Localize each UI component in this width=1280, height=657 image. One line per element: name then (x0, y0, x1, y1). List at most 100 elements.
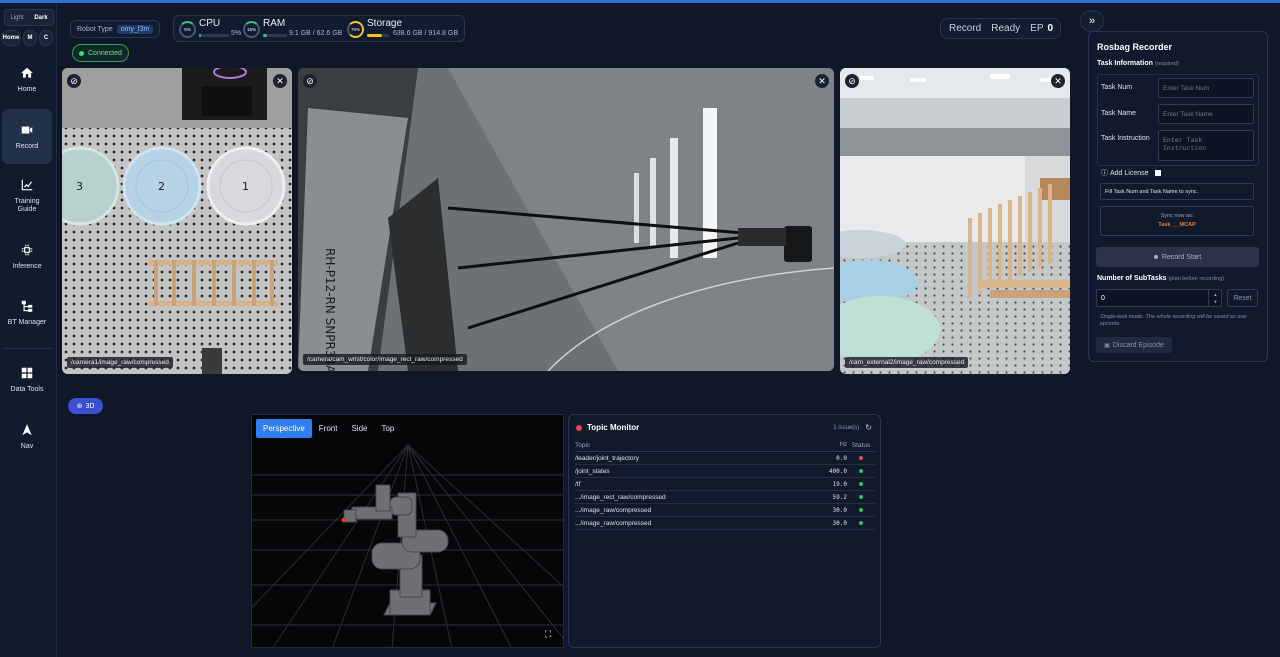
hide-camera-2-icon[interactable]: ⊘ (303, 74, 317, 88)
sync-label: Sync now as: (1160, 213, 1194, 219)
topic-table-header: Topic Hz Status (575, 439, 875, 452)
topic-monitor-title: Topic Monitor (587, 423, 640, 432)
ram-metric: 15% RAM 9.1 GB / 62.6 GB (243, 16, 353, 43)
camera-3-scene (840, 68, 1070, 374)
topic-status (847, 521, 875, 525)
info-icon: ⓘ (1101, 170, 1108, 177)
task-instruction-label: Task Instruction (1101, 135, 1150, 142)
close-camera-3-icon[interactable]: ✕ (1051, 74, 1065, 88)
record-start-button[interactable]: Record Start (1096, 247, 1259, 267)
camera-1-topic-label: /camera1/image_raw/compressed (67, 357, 173, 368)
status-dot-icon (859, 495, 863, 499)
tab-top[interactable]: Top (374, 419, 401, 438)
sidebar-item-home[interactable]: Home (2, 55, 52, 105)
theme-toggle[interactable]: Light Dark (4, 9, 54, 26)
task-info-heading: Task Information (required) (1097, 60, 1179, 67)
camera-feed-1: 3 2 1 ⊘ ✕ /camera1/image_raw/compressed (62, 68, 292, 374)
sidebar-item-nav[interactable]: Nav (2, 415, 52, 459)
collapse-panel-button[interactable]: » (1080, 10, 1104, 32)
robot-type-value: omy_f3m (116, 24, 154, 34)
sync-name: Task___MCAP (1158, 222, 1196, 228)
toggle-3d-label: 3D (85, 402, 95, 410)
sidebar-item-label: BT Manager (7, 319, 47, 326)
subtasks-input[interactable] (1096, 289, 1222, 307)
sidebar-item-training-guide[interactable]: Training Guide (2, 171, 52, 221)
robot-type-selector[interactable]: Robot Type omy_f3m (70, 20, 161, 38)
topic-status (847, 456, 875, 460)
discard-episode-button[interactable]: ▣ Discard Episode (1096, 337, 1172, 353)
cpu-bar (199, 34, 229, 37)
ram-bar (263, 34, 287, 37)
mode-selector: Home M C (0, 30, 57, 46)
sidebar-item-bt-manager[interactable]: BT Manager (2, 291, 52, 335)
tab-side[interactable]: Side (344, 419, 374, 438)
sidebar-item-record[interactable]: Record (2, 109, 52, 164)
mode-home-button[interactable]: Home (1, 30, 21, 46)
hide-camera-1-icon[interactable]: ⊘ (67, 74, 81, 88)
video-icon: ▣ (1104, 342, 1110, 349)
sidebar: Light Dark Home M C Home Record Training… (0, 3, 57, 657)
cpu-label: CPU (199, 18, 221, 29)
topic-name: .../image_rect_raw/compressed (575, 493, 666, 501)
close-camera-1-icon[interactable]: ✕ (273, 74, 287, 88)
record-start-label: Record Start (1161, 253, 1202, 261)
mode-c-button[interactable]: C (39, 30, 53, 46)
topic-name: .../image_raw/compressed (575, 519, 652, 527)
tab-front[interactable]: Front (312, 419, 345, 438)
status-dot-icon (859, 508, 863, 512)
stepper-down-icon[interactable]: ▼ (1214, 299, 1218, 304)
ram-label: RAM (263, 18, 286, 29)
toggle-3d-button[interactable]: ⊛ 3D (68, 398, 103, 414)
plate-1-label: 1 (242, 180, 249, 193)
episode-label: EP (1030, 23, 1044, 34)
camera-3-topic-label: /cam_external2/image_raw/compressed (845, 357, 969, 368)
robot-3d-viewer[interactable]: Perspective Front Side Top ⛶ (251, 414, 564, 648)
theme-light-option[interactable]: Light (5, 10, 29, 25)
sidebar-divider (4, 348, 52, 349)
column-status: Status (851, 441, 871, 449)
subtasks-stepper[interactable]: ▲ ▼ (1208, 289, 1222, 307)
connection-dot-icon (79, 50, 84, 56)
close-camera-2-icon[interactable]: ✕ (815, 74, 829, 88)
mode-m-button[interactable]: M (23, 30, 37, 46)
cube-icon: ⊛ (76, 403, 83, 410)
sidebar-item-data-tools[interactable]: Data Tools (2, 358, 52, 402)
task-name-input[interactable] (1158, 104, 1254, 124)
topic-monitor-header: Topic Monitor (576, 423, 639, 432)
task-instruction-input[interactable] (1158, 130, 1254, 161)
chart-icon (21, 179, 33, 191)
episode-count: 0 (1047, 23, 1054, 34)
task-num-label: Task Num (1101, 84, 1133, 91)
reset-button[interactable]: Reset (1227, 289, 1258, 307)
tab-perspective[interactable]: Perspective (256, 419, 312, 438)
add-license-row: ⓘ Add License (1101, 168, 1161, 178)
discard-episode-label: Discard Episode (1112, 341, 1164, 349)
subtasks-hint: (plan before recording) (1168, 276, 1225, 282)
topic-row: .../image_raw/compressed 30.0 (575, 517, 875, 530)
record-state: Ready (991, 23, 1021, 34)
add-license-checkbox[interactable] (1154, 170, 1161, 176)
single-task-note: Single-task mode. The whole recording wi… (1100, 314, 1247, 327)
column-hz: Hz (839, 442, 847, 448)
sidebar-item-inference[interactable]: Inference (2, 235, 52, 279)
stepper-up-icon[interactable]: ▲ (1214, 292, 1218, 297)
topic-hz: 59.2 (832, 493, 847, 501)
sidebar-item-label: Training Guide (14, 198, 40, 213)
cpu-metric: 5% CPU 5% (179, 16, 244, 43)
sidebar-item-label: Inference (12, 263, 42, 270)
refresh-icon[interactable]: ↻ (865, 423, 872, 432)
hide-camera-3-icon[interactable]: ⊘ (845, 74, 859, 88)
theme-dark-option[interactable]: Dark (29, 10, 53, 25)
topic-hz: 19.0 (832, 480, 847, 488)
top-accent-bar (0, 0, 1280, 3)
rosbag-title: Rosbag Recorder (1097, 42, 1173, 52)
task-name-label: Task Name (1101, 110, 1137, 117)
view-tabs: Perspective Front Side Top (256, 419, 401, 438)
topic-table: Topic Hz Status /leader/joint_trajectory… (575, 439, 875, 530)
fullscreen-icon[interactable]: ⛶ (545, 629, 555, 639)
camera-1-scene: 3 2 1 (62, 68, 292, 374)
camera-feed-3: ⊘ ✕ /cam_external2/image_raw/compressed (840, 68, 1070, 374)
task-num-input[interactable] (1158, 78, 1254, 98)
home-icon (21, 67, 33, 78)
navigation-icon (22, 424, 32, 436)
